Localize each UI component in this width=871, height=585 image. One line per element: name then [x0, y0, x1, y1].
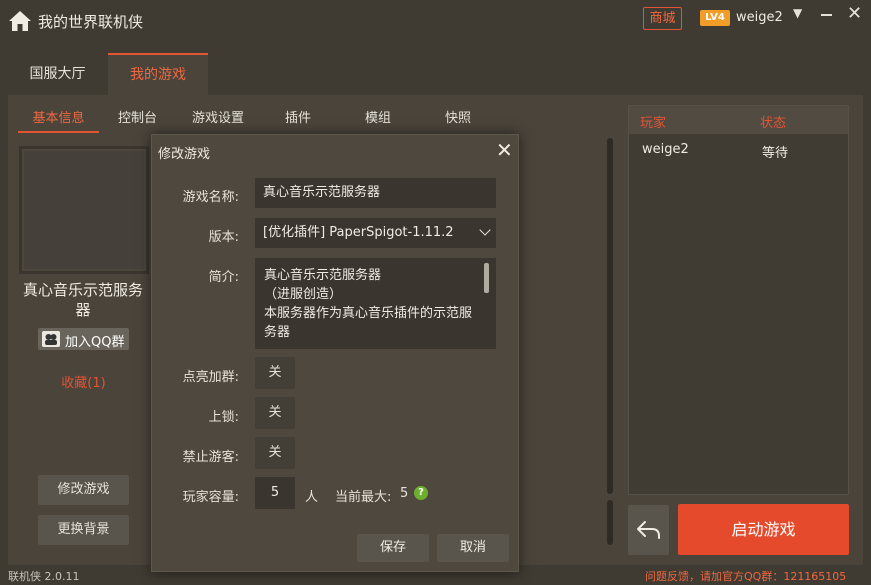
lock-toggle[interactable]: 关 — [255, 397, 295, 429]
current-max-value: 5 — [400, 486, 409, 501]
start-game-button[interactable]: 启动游戏 — [678, 504, 849, 555]
tab-lobby[interactable]: 国服大厅 — [10, 53, 105, 95]
intro-scrollbar[interactable] — [484, 263, 489, 293]
game-name-label: 游戏名称: — [182, 190, 239, 205]
intro-line: 真心音乐示范服务器 — [264, 268, 382, 283]
shop-button[interactable]: 商城 — [643, 7, 682, 30]
scrollbar[interactable] — [607, 138, 613, 494]
dropdown-icon[interactable]: ▼ — [793, 6, 802, 20]
cancel-button[interactable]: 取消 — [437, 534, 509, 562]
light-group-toggle[interactable]: 关 — [255, 357, 295, 389]
tab-plugins[interactable]: 插件 — [278, 107, 318, 133]
qq-icon — [42, 331, 60, 347]
current-max-label: 当前最大: — [335, 490, 392, 505]
help-icon[interactable]: ? — [414, 486, 428, 500]
light-group-label: 点亮加群: — [182, 370, 239, 385]
intro-line: 本服务器作为真心音乐插件的示范服 — [264, 306, 473, 321]
version-label-field: 版本: — [208, 230, 239, 245]
column-player: 玩家 — [640, 116, 667, 131]
game-name-input[interactable]: 真心音乐示范服务器 — [255, 178, 496, 208]
server-cover-image[interactable] — [24, 151, 144, 269]
version-select[interactable]: [优化插件] PaperSpigot-1.11.2 — [255, 218, 496, 248]
save-button[interactable]: 保存 — [357, 534, 429, 562]
username[interactable]: weige2 — [736, 10, 783, 25]
tab-mods[interactable]: 模组 — [358, 107, 398, 133]
players-panel — [628, 105, 849, 495]
change-background-button[interactable]: 更换背景 — [38, 515, 129, 545]
server-name: 真心音乐示范服务器 — [22, 281, 143, 319]
intro-line: 务器 — [264, 325, 291, 340]
column-status: 状态 — [760, 116, 787, 131]
dialog-title: 修改游戏 — [158, 147, 211, 162]
scrollbar-lower[interactable] — [607, 500, 613, 545]
no-guest-label: 禁止游客: — [182, 450, 239, 465]
minimize-icon[interactable] — [821, 14, 832, 16]
tab-console[interactable]: 控制台 — [110, 107, 165, 133]
lock-label: 上锁: — [208, 410, 239, 425]
feedback-link[interactable]: 问题反馈，请加官方QQ群：121165105 — [645, 568, 846, 584]
back-icon[interactable] — [628, 505, 669, 555]
tab-snapshot[interactable]: 快照 — [438, 107, 478, 133]
capacity-input[interactable]: 5 — [255, 477, 295, 509]
player-name: weige2 — [642, 142, 689, 157]
capacity-unit: 人 — [305, 490, 319, 505]
intro-textarea[interactable]: 真心音乐示范服务器 （进服创造） 本服务器作为真心音乐插件的示范服 务器 — [255, 258, 496, 349]
level-badge: LV4 — [700, 10, 730, 26]
home-icon[interactable] — [8, 10, 32, 32]
version-label: 联机侠 2.0.11 — [8, 570, 80, 583]
edit-game-button[interactable]: 修改游戏 — [38, 475, 129, 505]
player-status: 等待 — [762, 146, 789, 161]
tab-game-settings[interactable]: 游戏设置 — [188, 107, 248, 133]
favorite-link[interactable]: 收藏(1) — [38, 372, 129, 391]
no-guest-toggle[interactable]: 关 — [255, 437, 295, 469]
intro-label: 简介: — [208, 270, 239, 285]
tab-my-games[interactable]: 我的游戏 — [108, 53, 208, 95]
app-title: 我的世界联机侠 — [38, 13, 144, 31]
close-icon[interactable]: ✕ — [847, 3, 862, 24]
capacity-label: 玩家容量: — [182, 490, 239, 505]
dialog-close-icon[interactable]: ✕ — [496, 138, 513, 162]
join-qq-group-label: 加入QQ群 — [65, 335, 125, 350]
intro-line: （进服创造） — [264, 287, 343, 302]
tab-basic-info[interactable]: 基本信息 — [18, 107, 99, 133]
